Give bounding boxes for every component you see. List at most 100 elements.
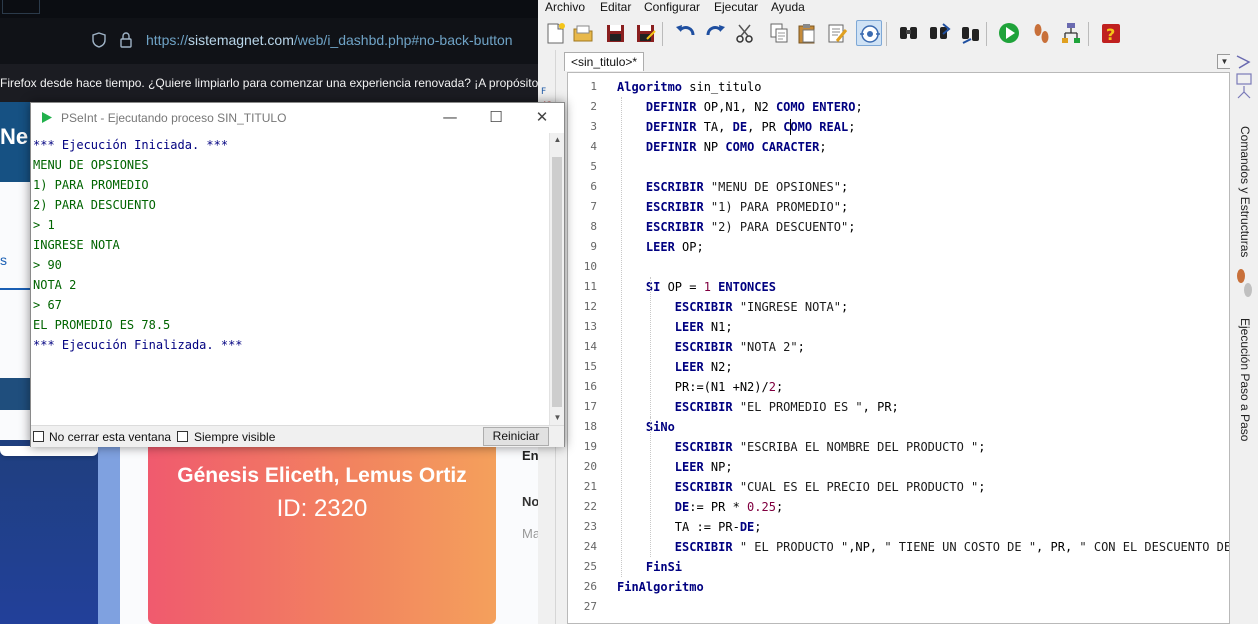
code-line[interactable]: ESCRIBIR "1) PARA PROMEDIO"; xyxy=(617,197,848,217)
maximize-button[interactable]: ☐ xyxy=(473,103,519,133)
code-line[interactable]: TA := PR-DE; xyxy=(617,517,762,537)
code-editor[interactable]: 1 2 3 4 5 6 7 8 9 10 11 12 13 14 15 16 17 18 19 20 21 22 23 24 2… xyxy=(567,72,1230,624)
footsteps-icon[interactable] xyxy=(1233,266,1255,306)
execution-window-title: PSeInt - Ejecutando proceso SIN_TITULO xyxy=(61,111,287,125)
code-line[interactable]: ESCRIBIR "NOTA 2"; xyxy=(617,337,805,357)
browser-url-bar[interactable]: https://sistemagnet.com/web/i_dashbd.php… xyxy=(0,18,540,64)
commands-panel-icon[interactable] xyxy=(1233,52,1255,106)
scroll-down-arrow-icon[interactable]: ▼ xyxy=(550,411,565,425)
code-line[interactable]: Algoritmo sin_titulo xyxy=(617,77,762,97)
code-line[interactable]: DE:= PR * 0.25; xyxy=(617,497,783,517)
code-line[interactable]: ESCRIBIR "MENU DE OPSIONES"; xyxy=(617,177,848,197)
cut-icon[interactable] xyxy=(732,20,758,46)
redo-icon[interactable] xyxy=(702,20,728,46)
output-line: > 67 xyxy=(33,298,62,312)
commands-panel-tab[interactable]: Comandos y Estructuras xyxy=(1238,126,1252,257)
line-number: 21 xyxy=(583,480,597,493)
line-number: 23 xyxy=(583,520,597,533)
restart-button[interactable]: Reiniciar xyxy=(483,427,549,446)
code-line[interactable]: LEER NP; xyxy=(617,457,733,477)
new-file-icon[interactable] xyxy=(542,20,568,46)
scroll-up-arrow-icon[interactable]: ▲ xyxy=(550,133,565,147)
code-token: , PR xyxy=(747,120,784,134)
toolbar-separator xyxy=(886,22,887,46)
save-icon[interactable] xyxy=(602,20,628,46)
code-line[interactable]: ESCRIBIR "INGRESE NOTA"; xyxy=(617,297,848,317)
line-number: 17 xyxy=(583,400,597,413)
code-line[interactable]: DEFINIR TA, DE, PR COMO REAL; xyxy=(617,117,856,137)
string-token: "ESCRIBA EL NOMBRE DEL PRODUCTO " xyxy=(739,440,979,454)
code-line[interactable]: LEER OP; xyxy=(617,237,704,257)
code-token: ; xyxy=(819,140,827,154)
code-line[interactable]: FinAlgoritmo xyxy=(617,577,704,597)
keyword-token: LEER xyxy=(617,240,683,254)
code-line[interactable]: ESCRIBIR "CUAL ES EL PRECIO DEL PRODUCTO… xyxy=(617,477,986,497)
replace-icon[interactable] xyxy=(958,20,984,46)
code-line[interactable]: ESCRIBIR "EL PROMEDIO ES ", PR; xyxy=(617,397,899,417)
find-icon[interactable] xyxy=(896,20,922,46)
always-visible-label[interactable]: Siempre visible xyxy=(194,430,275,444)
page-nav-link[interactable]: s xyxy=(0,252,7,268)
output-scrollbar[interactable]: ▲ ▼ xyxy=(549,133,564,425)
main-toolbar: ? xyxy=(538,16,1258,50)
line-number: 3 xyxy=(590,120,597,133)
code-line[interactable]: FinSi xyxy=(617,557,682,577)
keyword-token: LEER xyxy=(617,360,711,374)
find-next-icon[interactable] xyxy=(926,20,952,46)
output-line: *** Ejecución Finalizada. *** xyxy=(33,338,243,352)
scrollbar-thumb[interactable] xyxy=(552,157,562,407)
url-text[interactable]: https://sistemagnet.com/web/i_dashbd.php… xyxy=(146,32,513,48)
paste-icon[interactable] xyxy=(794,20,820,46)
page-text-2: No xyxy=(522,494,540,509)
code-line[interactable]: PR:=(N1 +N2)/2; xyxy=(617,377,783,397)
always-visible-checkbox[interactable] xyxy=(177,431,188,442)
indent-guide xyxy=(649,277,651,417)
execution-window-titlebar[interactable]: PSeInt - Ejecutando proceso SIN_TITULO —… xyxy=(31,103,564,133)
execution-output[interactable]: *** Ejecución Iniciada. *** MENU DE OPSIO… xyxy=(31,133,549,425)
code-line[interactable]: SI OP = 1 ENTONCES xyxy=(617,277,776,297)
keyword-token: FinSi xyxy=(617,560,683,574)
output-line: INGRESE NOTA xyxy=(33,238,120,252)
tab-sin-titulo[interactable]: <sin_titulo>* xyxy=(564,52,645,71)
help-icon[interactable]: ? xyxy=(1098,20,1124,46)
menu-editar[interactable]: Editar xyxy=(600,0,631,14)
flowchart-icon[interactable] xyxy=(1058,20,1084,46)
open-folder-icon[interactable] xyxy=(570,20,596,46)
indent-icon[interactable] xyxy=(856,20,882,46)
close-button[interactable]: ✕ xyxy=(519,103,565,133)
step-by-step-icon[interactable] xyxy=(1028,20,1054,46)
menu-ejecutar[interactable]: Ejecutar xyxy=(714,0,758,14)
code-line[interactable]: LEER N1; xyxy=(617,317,733,337)
copy-icon[interactable] xyxy=(766,20,792,46)
code-line[interactable]: ESCRIBIR "2) PARA DESCUENTO"; xyxy=(617,217,856,237)
run-icon[interactable] xyxy=(996,20,1022,46)
code-line[interactable]: ESCRIBIR "ESCRIBA EL NOMBRE DEL PRODUCTO… xyxy=(617,437,986,457)
keep-open-checkbox[interactable] xyxy=(33,431,44,442)
keep-open-label[interactable]: No cerrar esta ventana xyxy=(49,430,171,444)
undo-icon[interactable] xyxy=(672,20,698,46)
code-line[interactable]: SiNo xyxy=(617,417,675,437)
code-line[interactable]: DEFINIR NP COMO CARACTER; xyxy=(617,137,827,157)
save-as-icon[interactable] xyxy=(632,20,658,46)
menu-configurar[interactable]: Configurar xyxy=(644,0,700,14)
menu-ayuda[interactable]: Ayuda xyxy=(771,0,805,14)
code-line[interactable]: ESCRIBIR " EL PRODUCTO ",NP, " TIENE UN … xyxy=(617,537,1229,557)
output-line: > 90 xyxy=(33,258,62,272)
minimize-button[interactable]: — xyxy=(427,103,473,133)
number-token: 2 xyxy=(768,380,776,394)
edit-icon[interactable] xyxy=(824,20,850,46)
keyword-token: DEFINIR xyxy=(617,140,704,154)
line-number: 9 xyxy=(590,240,597,253)
step-by-step-panel-tab[interactable]: Ejecución Paso a Paso xyxy=(1238,318,1252,441)
line-number: 18 xyxy=(583,420,597,433)
toolbar-separator xyxy=(662,22,663,46)
code-line[interactable]: LEER N2; xyxy=(617,357,733,377)
shield-icon[interactable] xyxy=(92,32,106,48)
menu-archivo[interactable]: Archivo xyxy=(545,0,585,14)
code-token: ; xyxy=(754,520,762,534)
code-token: ; xyxy=(840,180,849,194)
code-line[interactable]: DEFINIR OP,N1, N2 COMO ENTERO; xyxy=(617,97,863,117)
browser-tab[interactable] xyxy=(2,0,40,14)
student-card: Génesis Eliceth, Lemus Ortiz ID: 2320 xyxy=(148,440,496,624)
student-id: ID: 2320 xyxy=(276,495,368,522)
